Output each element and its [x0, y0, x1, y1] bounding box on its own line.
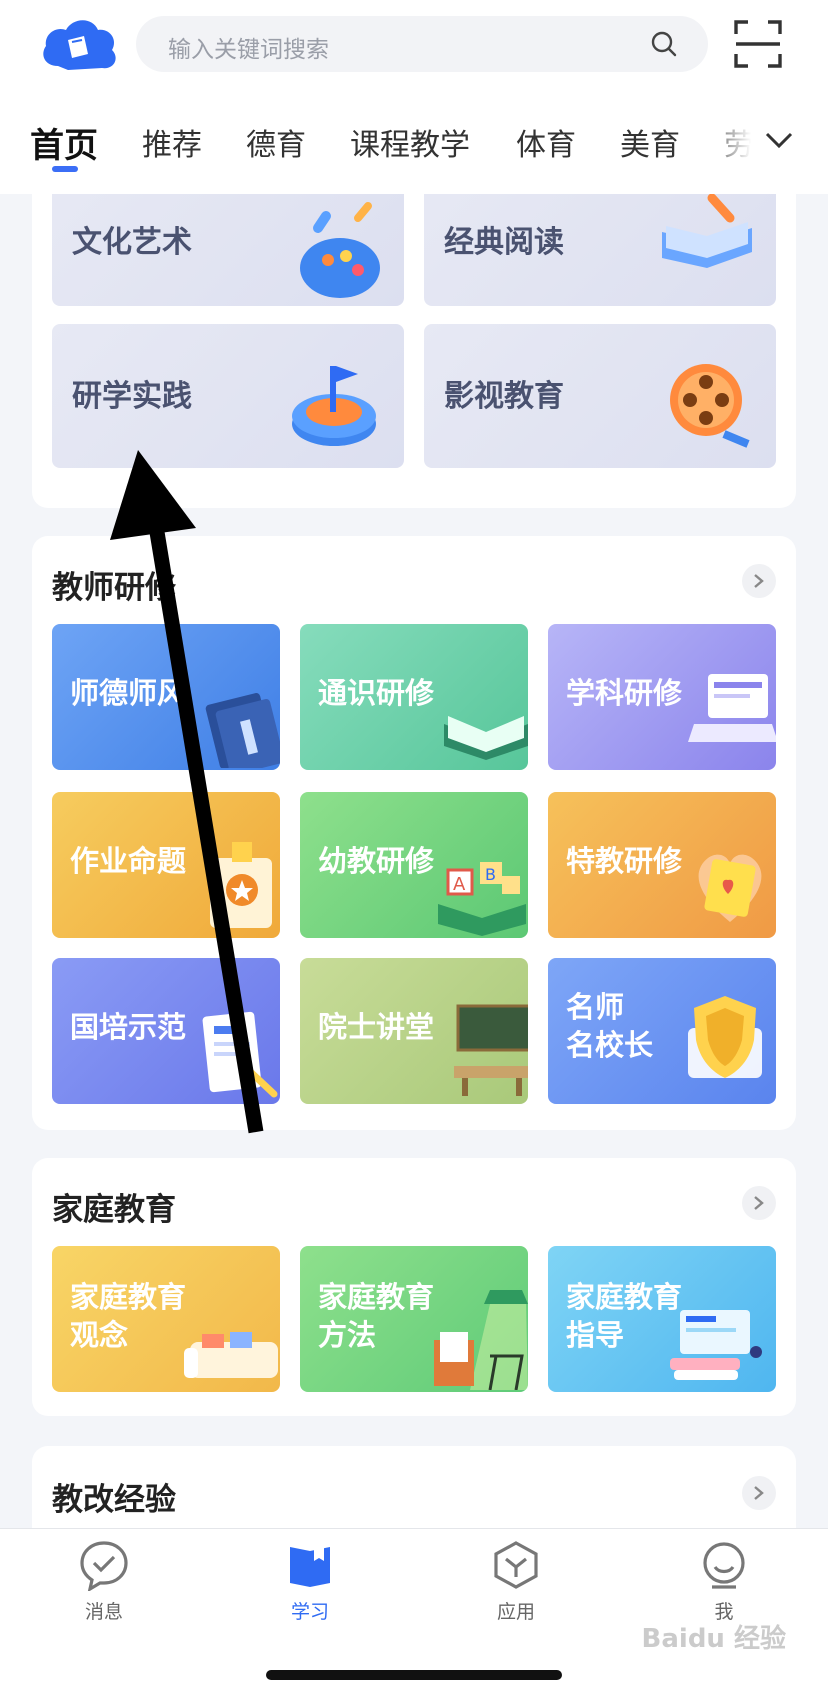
tile-label: 特教研修: [566, 844, 683, 878]
tab-arts[interactable]: 美育: [620, 120, 680, 164]
chevron-right-icon: [754, 574, 764, 588]
message-check-icon: [80, 1541, 128, 1591]
book-icon: [662, 193, 752, 268]
heart-note-icon: [698, 854, 762, 922]
tile-academician-lecture[interactable]: 院士讲堂: [300, 958, 528, 1104]
tile-preschool-training[interactable]: 幼教研修 A B: [300, 792, 528, 938]
laptop-icon: [688, 674, 776, 742]
nav-label: 应用: [496, 1601, 535, 1623]
nav-label: 消息: [84, 1601, 123, 1623]
section-title: 教改经验: [52, 1482, 176, 1518]
chevron-right-icon: [754, 1196, 764, 1210]
open-book-icon: [444, 716, 528, 760]
culture-card: 文化艺术 经典阅读 研学实践 影视教育: [32, 150, 796, 508]
tile-general-training[interactable]: 通识研修: [300, 624, 528, 770]
search-placeholder: 输入关键词搜索: [168, 37, 329, 63]
family-education-card: 家庭教育 家庭教育 观念 家庭教育 方法 家庭教育 指导: [32, 1158, 796, 1416]
tile-label: 观念: [70, 1318, 129, 1352]
tab-moral[interactable]: 德育: [246, 120, 306, 164]
chevron-right-icon: [754, 1486, 764, 1500]
tile-study-practice[interactable]: 研学实践: [52, 324, 404, 468]
tile-label: 文化艺术: [72, 225, 192, 260]
tab-curriculum[interactable]: 课程教学: [350, 120, 470, 164]
svg-text:B: B: [485, 865, 496, 884]
abc-blocks-icon: A B: [438, 862, 526, 936]
chevron-down-icon[interactable]: [764, 130, 794, 150]
app-logo[interactable]: [38, 14, 122, 76]
more-button[interactable]: [742, 1186, 776, 1220]
tile-famous-teachers-principals[interactable]: 名师 名校长: [548, 958, 776, 1104]
cube-icon: [494, 1541, 538, 1589]
tile-national-training-demo[interactable]: 国培示范: [52, 958, 280, 1104]
monitor-icon: [670, 1310, 762, 1380]
scan-icon[interactable]: [734, 20, 782, 68]
tile-label: 方法: [318, 1318, 377, 1352]
tile-label: 名校长: [566, 1028, 654, 1062]
tile-family-methods[interactable]: 家庭教育 方法: [300, 1246, 528, 1392]
tab-recommend[interactable]: 推荐: [142, 120, 202, 164]
tile-label: 作业命题: [70, 844, 187, 878]
tab-sports[interactable]: 体育: [516, 120, 576, 164]
flag-platform-icon: [292, 366, 376, 446]
document-pencil-icon: [202, 1011, 278, 1098]
tile-label: 经典阅读: [444, 225, 564, 260]
section-title: 家庭教育: [52, 1192, 176, 1228]
tile-film-education[interactable]: 影视教育: [424, 324, 776, 468]
sofa-icon: [184, 1332, 278, 1378]
category-tabs: 首页 推荐 德育 课程教学 体育 美育 劳: [0, 108, 828, 178]
certificate-icon: [205, 693, 280, 768]
tab-home[interactable]: 首页: [30, 118, 98, 167]
more-button[interactable]: [742, 1476, 776, 1510]
tile-label: 国培示范: [70, 1010, 187, 1044]
nav-messages[interactable]: 消息: [44, 1539, 164, 1639]
shield-icon: [688, 996, 762, 1078]
tile-teacher-ethics[interactable]: 师德师风: [52, 624, 280, 770]
book-bookmark-icon: [290, 1547, 330, 1587]
top-header: 输入关键词搜索 首页 推荐 德育 课程教学 体育 美育 劳: [0, 0, 828, 194]
tile-subject-training[interactable]: 学科研修: [548, 624, 776, 770]
svg-text:A: A: [453, 874, 466, 895]
tile-family-concepts[interactable]: 家庭教育 观念: [52, 1246, 280, 1392]
palette-icon: [300, 202, 380, 298]
more-button[interactable]: [742, 564, 776, 598]
active-tab-indicator: [52, 166, 78, 172]
tile-special-ed-training[interactable]: 特教研修: [548, 792, 776, 938]
section-title: 教师研修: [52, 570, 176, 606]
lamp-envelope-icon: [434, 1290, 528, 1390]
tile-label: 家庭教育: [318, 1280, 435, 1314]
search-bar[interactable]: 输入关键词搜索: [136, 16, 708, 72]
tile-label: 研学实践: [72, 379, 192, 414]
tile-label: 学科研修: [566, 676, 683, 710]
tile-label: 名师: [566, 990, 625, 1024]
watermark: Baidu 经验: [641, 1624, 786, 1654]
tile-label: 指导: [566, 1318, 625, 1352]
tile-label: 师德师风: [70, 676, 187, 710]
tile-label: 家庭教育: [70, 1280, 187, 1314]
nav-learning[interactable]: 学习: [250, 1539, 370, 1639]
search-icon[interactable]: [650, 30, 678, 58]
tile-label: 幼教研修: [318, 844, 435, 878]
nav-label: 学习: [290, 1601, 329, 1623]
teacher-training-card: 教师研修 师德师风 通识研修 学科研修 作业命题 幼教研修 A B 特教研修 国…: [32, 536, 796, 1130]
tile-label: 通识研修: [318, 676, 435, 710]
tile-homework-design[interactable]: 作业命题: [52, 792, 280, 938]
nav-apps[interactable]: 应用: [456, 1539, 576, 1639]
tile-label: 影视教育: [444, 379, 564, 414]
medal-icon: [210, 842, 272, 928]
tile-family-guidance[interactable]: 家庭教育 指导: [548, 1246, 776, 1392]
home-indicator[interactable]: [266, 1670, 562, 1680]
user-icon: [703, 1542, 745, 1589]
blackboard-icon: [454, 1004, 528, 1096]
film-reel-icon: [670, 364, 750, 448]
tile-label: 院士讲堂: [318, 1010, 435, 1044]
